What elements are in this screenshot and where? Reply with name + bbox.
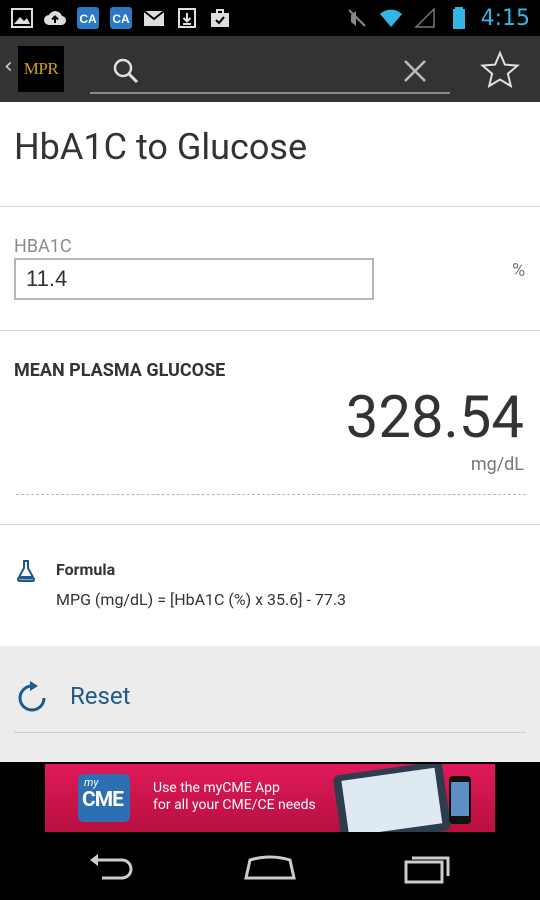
- reset-area: Reset: [0, 646, 540, 762]
- result-value: 328.54: [345, 384, 524, 452]
- image-icon: [10, 6, 34, 30]
- app-logo[interactable]: MPR: [18, 46, 64, 92]
- reset-icon[interactable]: [14, 680, 50, 716]
- signal-icon: [413, 6, 437, 30]
- navigation-bar: [0, 836, 540, 900]
- briefcase-icon: [208, 6, 232, 30]
- ad-text: Use the myCME App for all your CME/CE ne…: [153, 780, 316, 814]
- wifi-icon: [379, 6, 403, 30]
- home-icon[interactable]: [240, 846, 300, 890]
- ca-icon: CA: [76, 6, 100, 30]
- clock: 4:15: [480, 5, 530, 31]
- tablet-image: [332, 764, 452, 832]
- status-bar: CA CA 4:15: [0, 0, 540, 36]
- system-icons: 4:15: [345, 0, 530, 36]
- mycme-logo-big: CME: [82, 788, 124, 812]
- page-title: HbA1C to Glucose: [14, 126, 308, 168]
- formula-text: MPG (mg/dL) = [HbA1C (%) x 35.6] - 77.3: [56, 590, 347, 609]
- reset-button[interactable]: Reset: [70, 682, 130, 710]
- flask-icon: [16, 560, 36, 582]
- close-icon[interactable]: [400, 56, 430, 86]
- hba1c-input[interactable]: [16, 260, 372, 298]
- hba1c-input-box[interactable]: [14, 258, 374, 300]
- recent-apps-icon[interactable]: [398, 846, 458, 890]
- svg-text:CA: CA: [79, 12, 97, 26]
- hba1c-label: HBA1C: [14, 236, 72, 257]
- notification-icons: CA CA: [10, 5, 232, 31]
- result-label: MEAN PLASMA GLUCOSE: [14, 360, 226, 381]
- search-input[interactable]: [150, 54, 394, 86]
- back-icon[interactable]: [82, 846, 142, 890]
- calculator-content: HbA1C to Glucose HBA1C % MEAN PLASMA GLU…: [0, 102, 540, 762]
- dashed-divider: [16, 494, 526, 495]
- divider: [0, 206, 540, 207]
- search-bar: [90, 48, 450, 94]
- reset-divider: [14, 732, 526, 733]
- ad-line-1: Use the myCME App: [153, 780, 280, 796]
- ad-line-2: for all your CME/CE needs: [153, 797, 316, 813]
- ad-banner[interactable]: my CME Use the myCME App for all your CM…: [45, 764, 495, 832]
- logo-text: MPR: [23, 59, 59, 78]
- ca-icon: CA: [109, 6, 133, 30]
- back-chevron-icon[interactable]: ‹: [4, 54, 13, 79]
- battery-icon: [447, 6, 471, 30]
- action-bar: ‹ MPR: [0, 36, 540, 102]
- percent-unit: %: [512, 260, 526, 281]
- search-icon: [113, 58, 139, 84]
- phone-image: [449, 776, 471, 824]
- gmail-icon: [142, 6, 166, 30]
- mycme-logo: my CME: [78, 774, 130, 822]
- formula-title: Formula: [56, 560, 116, 579]
- app-screen: CA CA 4:15 ‹ MPR HbA1C to Glucose HBA1C …: [0, 0, 540, 900]
- svg-text:CA: CA: [112, 12, 130, 26]
- star-icon[interactable]: [480, 50, 520, 90]
- divider: [0, 330, 540, 331]
- cloud-upload-icon: [43, 6, 67, 30]
- download-icon: [175, 6, 199, 30]
- result-unit: mg/dL: [470, 454, 524, 475]
- mute-icon: [345, 6, 369, 30]
- divider: [0, 524, 540, 525]
